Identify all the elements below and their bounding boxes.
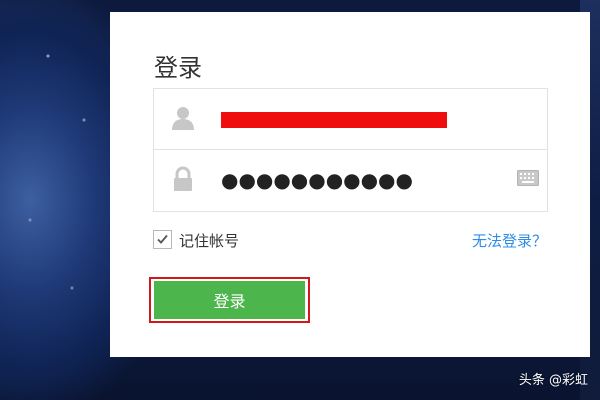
login-panel: 登录 ●●●●●●●●●●● 记住帐号 无法登录？ 登录 xyxy=(110,12,590,357)
password-field[interactable]: ●●●●●●●●●●● xyxy=(154,150,547,210)
login-button[interactable]: 登录 xyxy=(154,281,305,319)
cant-login-link[interactable]: 无法登录？ xyxy=(472,230,547,251)
login-title: 登录 xyxy=(154,54,202,82)
keyboard-icon[interactable] xyxy=(517,170,539,186)
remember-label: 记住帐号 xyxy=(179,232,240,250)
watermark: 头条 @彩虹 xyxy=(518,373,588,388)
lock-icon xyxy=(170,166,196,192)
credentials-group: ●●●●●●●●●●● xyxy=(153,88,548,212)
username-field[interactable] xyxy=(154,89,547,150)
password-value: ●●●●●●●●●●● xyxy=(221,168,413,192)
remember-checkbox[interactable] xyxy=(153,230,172,249)
checkmark-icon xyxy=(157,234,168,244)
user-icon xyxy=(170,105,196,131)
username-redaction xyxy=(221,112,447,128)
